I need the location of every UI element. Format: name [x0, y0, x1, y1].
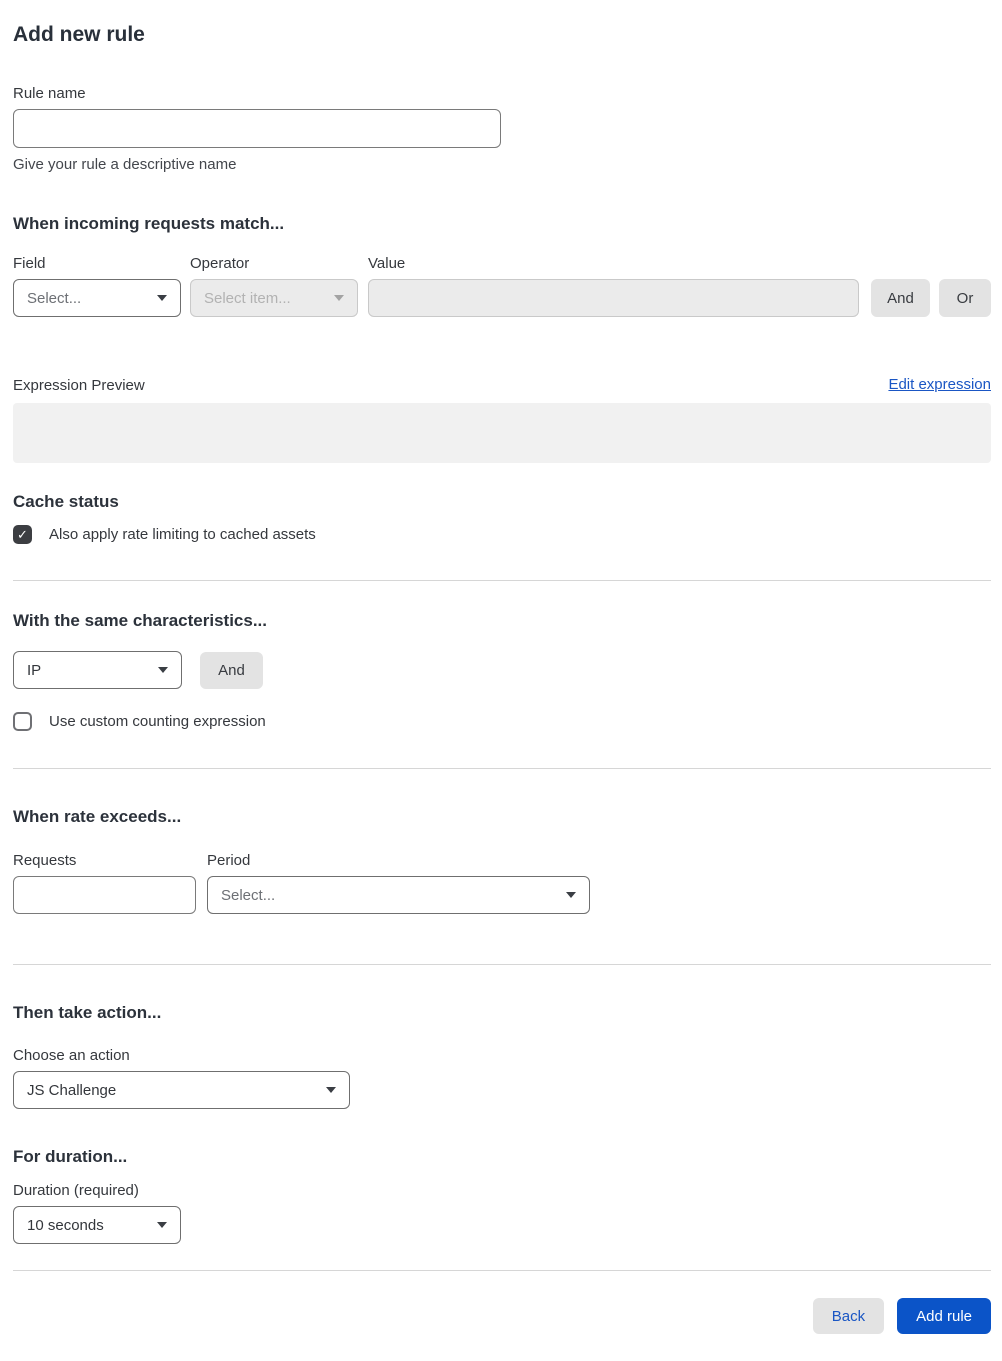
action-select-value: JS Challenge [27, 1081, 117, 1099]
section-divider [13, 768, 991, 769]
cache-status-heading: Cache status [13, 492, 119, 511]
back-button[interactable]: Back [812, 1298, 885, 1334]
cached-assets-checkbox[interactable]: ✓ [13, 525, 32, 544]
match-section-heading: When incoming requests match... [13, 214, 285, 233]
or-condition-button[interactable]: Or [939, 279, 991, 317]
action-heading: Then take action... [13, 1003, 162, 1022]
characteristic-select-value: IP [27, 661, 42, 679]
requests-label: Requests [13, 852, 77, 869]
characteristics-heading: With the same characteristics... [13, 611, 268, 630]
operator-column: Operator Select item... [190, 255, 358, 317]
action-label: Choose an action [13, 1047, 130, 1064]
checkmark-icon: ✓ [17, 527, 28, 542]
chevron-down-icon [157, 1222, 167, 1228]
rule-name-helper: Give your rule a descriptive name [13, 156, 237, 173]
counting-expression-checkbox-row: Use custom counting expression [13, 712, 991, 731]
counting-expression-checkbox-label: Use custom counting expression [49, 713, 266, 730]
period-select[interactable]: Select... [207, 876, 590, 914]
characteristics-row: IP And [13, 651, 991, 689]
page-title: Add new rule [13, 23, 145, 46]
requests-column: Requests [13, 852, 196, 914]
value-input [368, 279, 859, 317]
duration-select[interactable]: 10 seconds [13, 1206, 181, 1244]
add-rule-form: Add new rule Rule name Give your rule a … [0, 21, 1002, 1346]
period-column: Period Select... [207, 852, 590, 914]
rate-row: Requests Period Select... [13, 852, 991, 914]
add-rule-button[interactable]: Add rule [897, 1298, 991, 1334]
and-condition-button[interactable]: And [871, 279, 930, 317]
section-divider [13, 964, 991, 965]
field-label: Field [13, 255, 46, 272]
period-label: Period [207, 852, 251, 869]
rule-name-input[interactable] [13, 109, 501, 148]
counting-expression-checkbox[interactable] [13, 712, 32, 731]
footer-actions: Back Add rule [13, 1298, 991, 1346]
duration-select-value: 10 seconds [27, 1216, 104, 1234]
characteristic-select[interactable]: IP [13, 651, 182, 689]
action-select[interactable]: JS Challenge [13, 1071, 350, 1109]
edit-expression-link[interactable]: Edit expression [888, 376, 991, 394]
requests-input[interactable] [13, 876, 196, 914]
operator-select-value: Select item... [204, 289, 291, 307]
section-divider [13, 580, 991, 581]
cached-assets-checkbox-label: Also apply rate limiting to cached asset… [49, 526, 316, 543]
field-select[interactable]: Select... [13, 279, 181, 317]
field-column: Field Select... [13, 255, 181, 317]
cached-assets-checkbox-row: ✓ Also apply rate limiting to cached ass… [13, 525, 991, 544]
period-select-value: Select... [221, 886, 276, 904]
chevron-down-icon [326, 1087, 336, 1093]
expression-preview-box [13, 403, 991, 463]
chevron-down-icon [157, 295, 167, 301]
chevron-down-icon [158, 667, 168, 673]
value-column: Value [368, 255, 859, 317]
duration-label: Duration (required) [13, 1182, 139, 1199]
expression-preview-row: Expression Preview Edit expression [13, 376, 991, 394]
value-label: Value [368, 255, 406, 272]
duration-heading: For duration... [13, 1147, 128, 1166]
add-characteristic-button[interactable]: And [200, 651, 263, 689]
field-select-value: Select... [27, 289, 82, 307]
chevron-down-icon [334, 295, 344, 301]
match-condition-row: Field Select... Operator Select item... … [13, 255, 991, 317]
chevron-down-icon [566, 892, 576, 898]
rule-name-label: Rule name [13, 85, 86, 102]
rate-heading: When rate exceeds... [13, 807, 182, 826]
operator-label: Operator [190, 255, 250, 272]
operator-select: Select item... [190, 279, 358, 317]
footer-divider [13, 1270, 991, 1271]
expression-preview-label: Expression Preview [13, 377, 145, 394]
